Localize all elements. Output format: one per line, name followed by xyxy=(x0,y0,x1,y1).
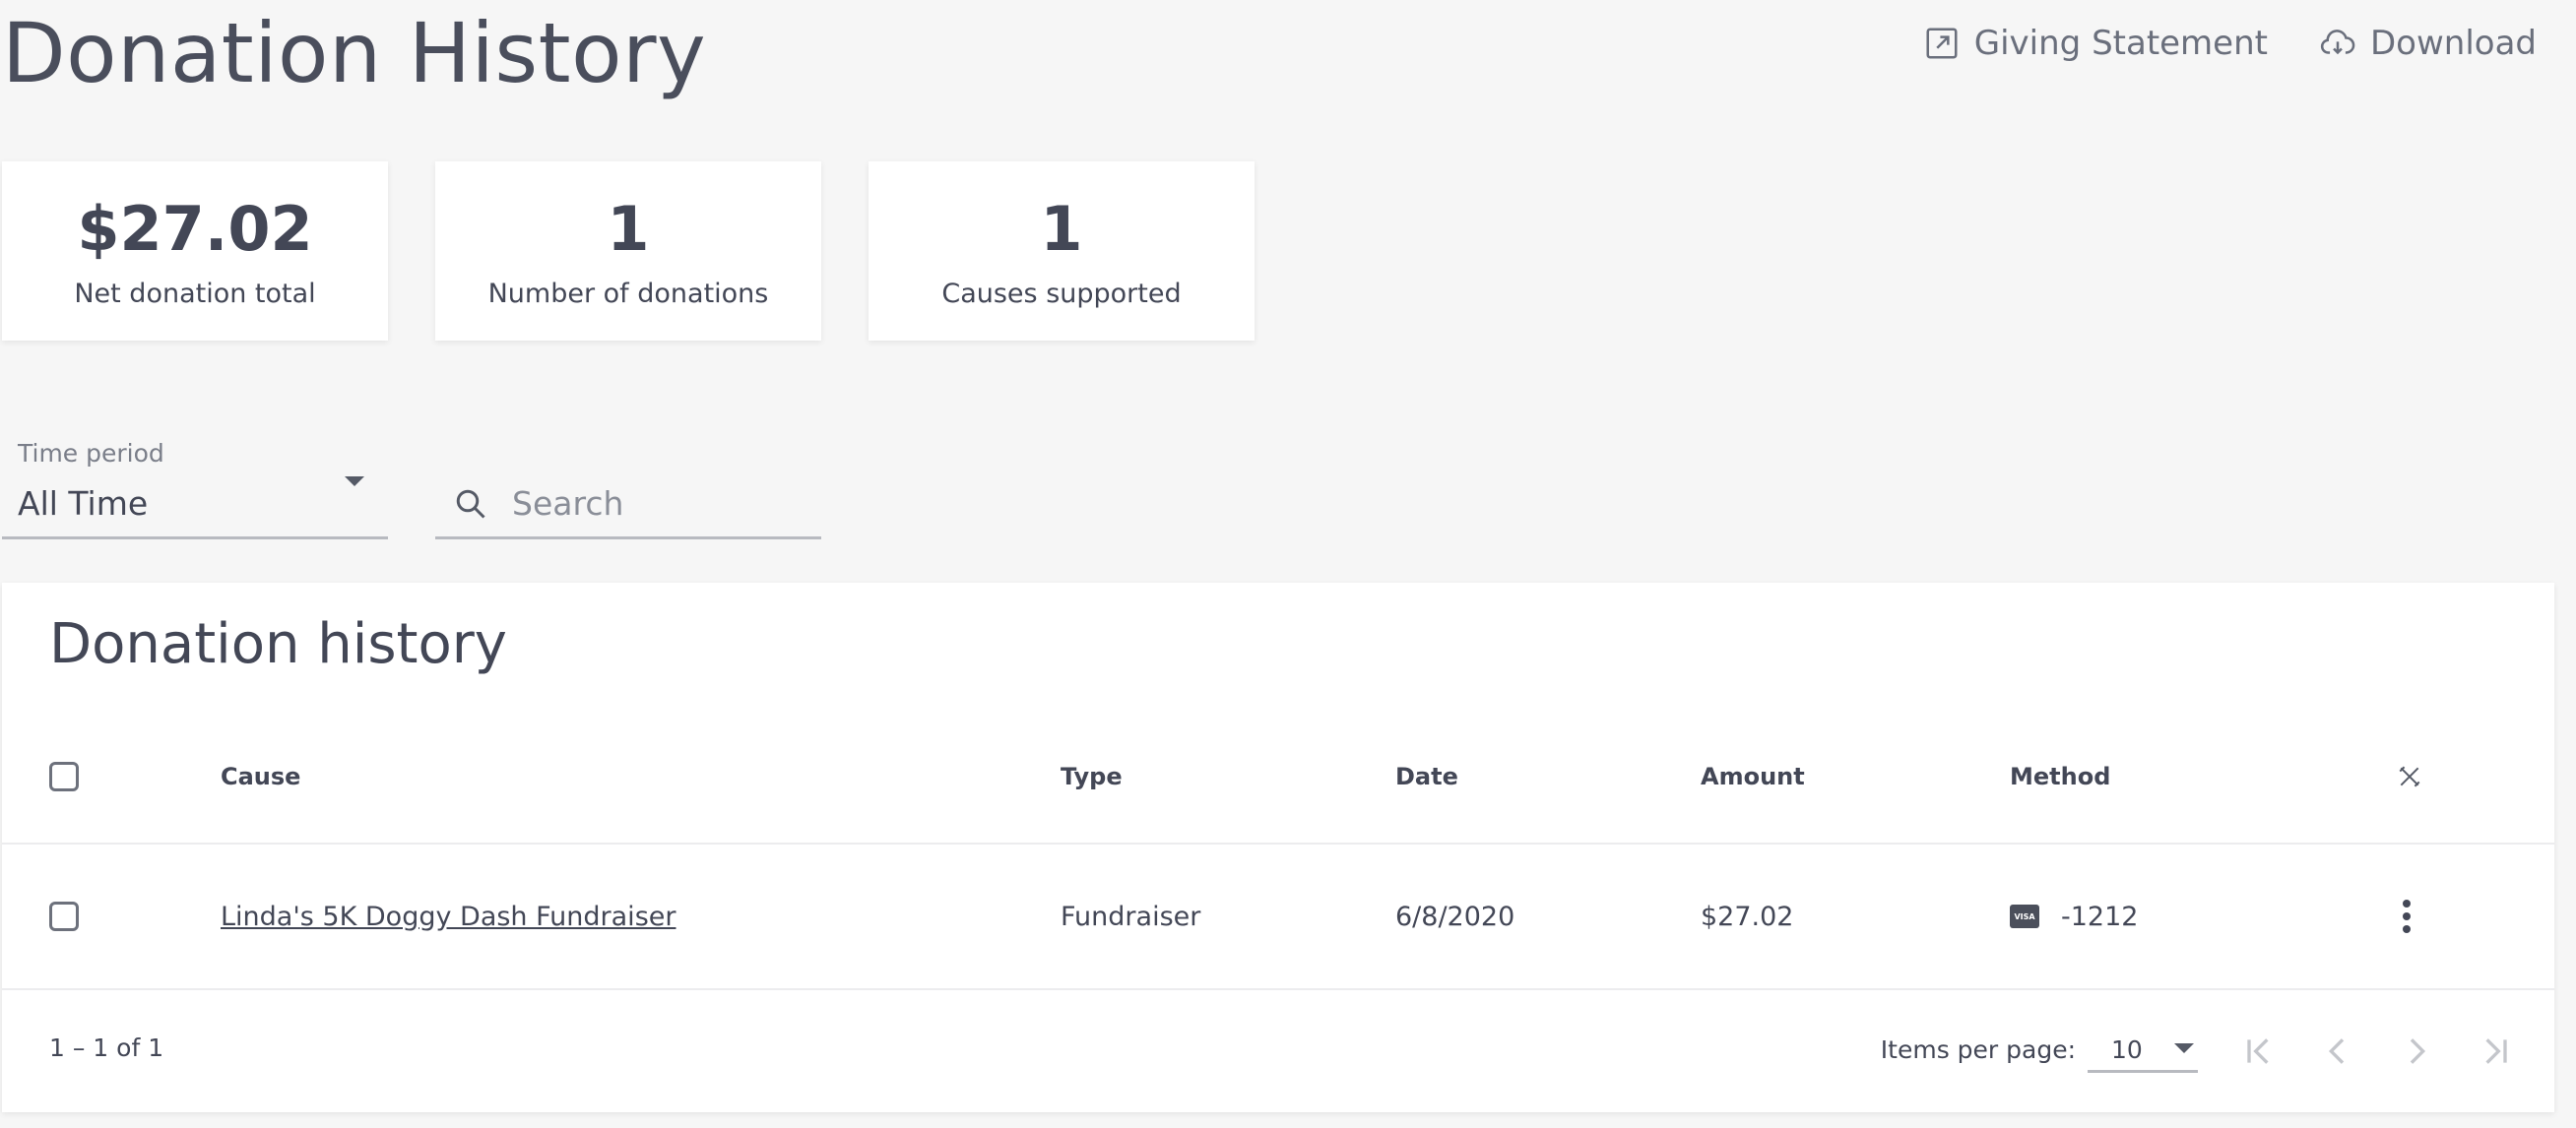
cause-cell: Linda's 5K Doggy Dash Fundraiser xyxy=(221,845,676,988)
column-header-cause[interactable]: Cause xyxy=(221,711,300,843)
items-per-page-label: Items per page: xyxy=(1880,1035,2076,1064)
table-row: Linda's 5K Doggy Dash Fundraiser Fundrai… xyxy=(2,845,2554,990)
visa-card-icon: VISA xyxy=(2010,905,2039,928)
column-settings-button[interactable] xyxy=(2397,711,2422,843)
column-header-type[interactable]: Type xyxy=(1061,711,1123,843)
search-icon xyxy=(456,489,485,519)
type-cell: Fundraiser xyxy=(1061,901,1201,932)
last-page-icon xyxy=(2485,1038,2507,1064)
column-header-method[interactable]: Method xyxy=(2010,711,2110,843)
page-title: Donation History xyxy=(2,5,707,101)
column-header-date[interactable]: Date xyxy=(1395,711,1458,843)
stat-value: 1 xyxy=(1040,192,1083,265)
row-checkbox[interactable] xyxy=(49,902,79,931)
stat-label: Causes supported xyxy=(941,278,1182,309)
stat-value: 1 xyxy=(607,192,650,265)
cause-link[interactable]: Linda's 5K Doggy Dash Fundraiser xyxy=(221,902,676,932)
pager-controls xyxy=(2237,1030,2517,1073)
stat-card-net-total: $27.02 Net donation total xyxy=(2,161,388,341)
time-period-label: Time period xyxy=(18,439,164,468)
stat-card-donation-count: 1 Number of donations xyxy=(435,161,821,341)
select-all-checkbox[interactable] xyxy=(49,762,79,791)
tools-icon xyxy=(2399,766,2420,787)
time-period-value: All Time xyxy=(18,484,149,523)
giving-statement-label: Giving Statement xyxy=(1973,24,2268,63)
table-title: Donation history xyxy=(49,612,507,676)
select-all-cell xyxy=(49,711,79,843)
chevron-right-icon xyxy=(2410,1038,2426,1064)
items-per-page-value: 10 xyxy=(2111,1035,2143,1064)
stat-label: Number of donations xyxy=(487,278,769,309)
pagination: 1 – 1 of 1 Items per page: 10 xyxy=(2,990,2554,1112)
chevron-left-icon xyxy=(2328,1038,2345,1064)
column-header-amount[interactable]: Amount xyxy=(1701,711,1805,843)
external-link-icon xyxy=(1926,28,1958,59)
donation-history-table: Donation history Cause Type Date Amount … xyxy=(2,583,2554,1112)
download-label: Download xyxy=(2369,24,2537,63)
search-field xyxy=(435,439,821,539)
stat-label: Net donation total xyxy=(74,278,316,309)
date-cell: 6/8/2020 xyxy=(1395,901,1515,932)
cloud-download-icon xyxy=(2320,30,2355,55)
previous-page-button[interactable] xyxy=(2316,1030,2359,1073)
card-number: -1212 xyxy=(2061,901,2139,932)
amount-cell: $27.02 xyxy=(1701,901,1794,932)
search-input[interactable] xyxy=(512,478,807,528)
next-page-button[interactable] xyxy=(2395,1030,2438,1073)
first-page-button[interactable] xyxy=(2237,1030,2281,1073)
filters-row: Time period All Time xyxy=(2,439,821,539)
header-actions: Giving Statement Download xyxy=(1923,24,2537,63)
row-select-cell xyxy=(49,845,79,988)
pagination-range: 1 – 1 of 1 xyxy=(49,1034,164,1062)
giving-statement-button[interactable]: Giving Statement xyxy=(1923,24,2268,63)
table-header-row: Cause Type Date Amount Method xyxy=(2,711,2554,845)
last-page-button[interactable] xyxy=(2474,1030,2517,1073)
stat-card-causes-supported: 1 Causes supported xyxy=(869,161,1255,341)
download-button[interactable]: Download xyxy=(2319,24,2537,63)
row-menu-cell xyxy=(2397,845,2416,988)
stats-row: $27.02 Net donation total 1 Number of do… xyxy=(2,161,1255,341)
caret-down-icon xyxy=(345,476,364,486)
time-period-select[interactable]: Time period All Time xyxy=(2,439,388,539)
more-vertical-icon[interactable] xyxy=(2397,894,2416,939)
first-page-icon xyxy=(2247,1038,2269,1064)
caret-down-icon xyxy=(2174,1043,2194,1053)
method-cell: VISA -1212 xyxy=(2010,845,2138,988)
stat-value: $27.02 xyxy=(77,192,313,265)
items-per-page-select[interactable]: 10 xyxy=(2088,1024,2198,1073)
